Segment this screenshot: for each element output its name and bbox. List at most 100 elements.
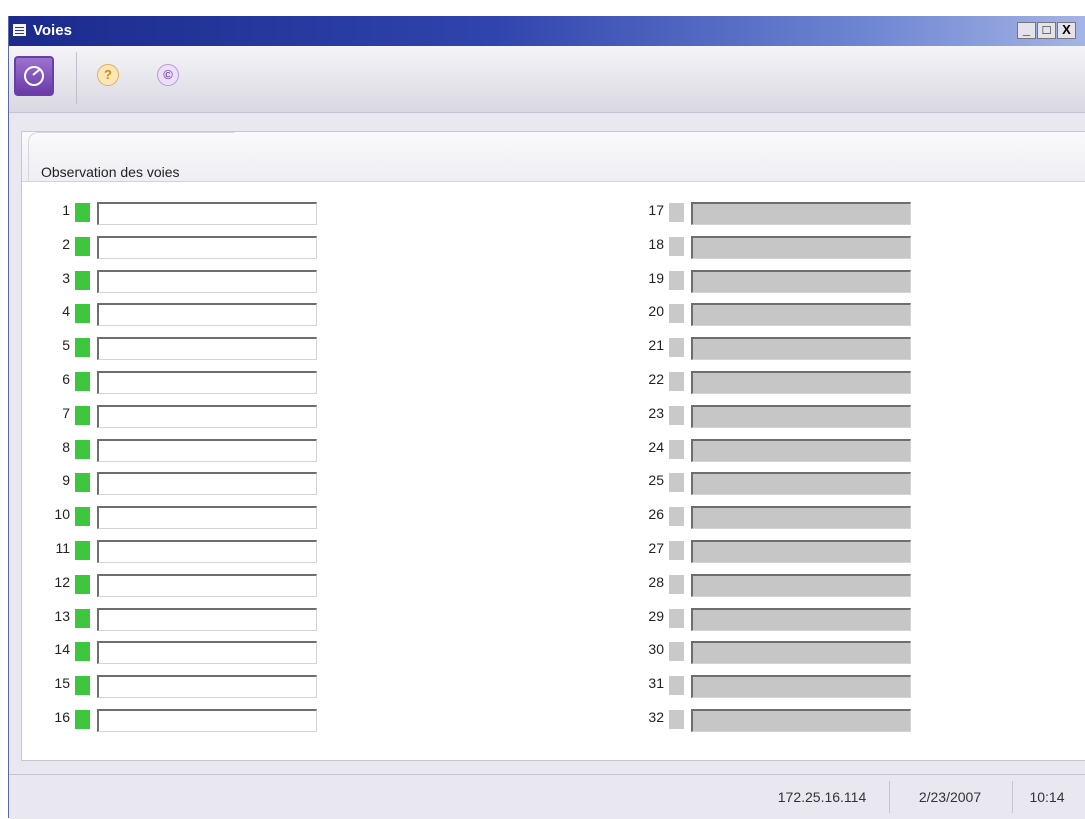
channel-row-17: 17 bbox=[642, 200, 922, 225]
channel-value-field[interactable] bbox=[691, 472, 911, 495]
status-time: 10:14 bbox=[1029, 789, 1065, 805]
channel-row-23: 23 bbox=[642, 403, 922, 428]
channel-row-25: 25 bbox=[642, 470, 922, 495]
channel-number: 6 bbox=[62, 371, 70, 387]
channel-value-field[interactable] bbox=[97, 709, 317, 732]
channel-row-10: 10 bbox=[48, 504, 328, 529]
channel-value-field[interactable] bbox=[691, 303, 911, 326]
channel-number: 14 bbox=[54, 641, 70, 657]
channel-number: 13 bbox=[54, 608, 70, 624]
channel-value-field[interactable] bbox=[97, 608, 317, 631]
channel-value-field[interactable] bbox=[97, 405, 317, 428]
title-bar[interactable]: Voies _ □ X bbox=[9, 16, 1085, 46]
channel-value-field[interactable] bbox=[691, 202, 911, 225]
channel-value-field[interactable] bbox=[97, 236, 317, 259]
channel-status-indicator bbox=[669, 609, 684, 628]
channel-value-field[interactable] bbox=[97, 337, 317, 360]
channel-status-indicator bbox=[75, 507, 90, 526]
channel-number: 2 bbox=[62, 236, 70, 252]
channel-value-field[interactable] bbox=[97, 540, 317, 563]
channel-row-26: 26 bbox=[642, 504, 922, 529]
channel-number: 16 bbox=[54, 709, 70, 725]
channel-value-field[interactable] bbox=[691, 506, 911, 529]
channel-value-field[interactable] bbox=[691, 337, 911, 360]
channel-status-indicator bbox=[75, 440, 90, 459]
status-date: 2/23/2007 bbox=[918, 789, 982, 805]
toolbar: ? © bbox=[9, 46, 1085, 113]
channel-row-18: 18 bbox=[642, 234, 922, 259]
channel-status-indicator bbox=[669, 541, 684, 560]
channel-row-30: 30 bbox=[642, 639, 922, 664]
about-button[interactable]: © bbox=[157, 64, 179, 86]
channel-value-field[interactable] bbox=[97, 574, 317, 597]
channel-status-indicator bbox=[75, 203, 90, 222]
channel-status-indicator bbox=[669, 642, 684, 661]
panel-header: Observation des voies bbox=[22, 132, 1085, 182]
app-window: Voies _ □ X ? © Observation des voies 12… bbox=[8, 16, 1085, 819]
channel-status-indicator bbox=[75, 473, 90, 492]
channel-number: 20 bbox=[648, 303, 664, 319]
channel-status-indicator bbox=[669, 507, 684, 526]
channel-row-32: 32 bbox=[642, 707, 922, 732]
channel-status-indicator bbox=[75, 642, 90, 661]
panel-title: Observation des voies bbox=[41, 164, 180, 180]
channels-panel: Observation des voies 1 2 3 4 5 6 7 8 9 10 11 12 13 1… bbox=[21, 131, 1085, 761]
channel-row-29: 29 bbox=[642, 606, 922, 631]
channel-row-3: 3 bbox=[48, 268, 328, 293]
close-button[interactable]: X bbox=[1057, 22, 1076, 39]
channel-value-field[interactable] bbox=[97, 641, 317, 664]
channel-number: 23 bbox=[648, 405, 664, 421]
channel-value-field[interactable] bbox=[691, 439, 911, 462]
channel-number: 1 bbox=[62, 202, 70, 218]
gauge-icon bbox=[24, 66, 44, 86]
channel-value-field[interactable] bbox=[97, 202, 317, 225]
channel-value-field[interactable] bbox=[97, 506, 317, 529]
channel-value-field[interactable] bbox=[691, 675, 911, 698]
channel-number: 32 bbox=[648, 709, 664, 725]
channel-value-field[interactable] bbox=[691, 371, 911, 394]
channel-number: 29 bbox=[648, 608, 664, 624]
channel-number: 27 bbox=[648, 540, 664, 556]
channel-status-indicator bbox=[669, 372, 684, 391]
gauge-button[interactable] bbox=[14, 56, 54, 96]
channel-status-indicator bbox=[669, 237, 684, 256]
help-button[interactable]: ? bbox=[97, 64, 119, 86]
channel-value-field[interactable] bbox=[97, 303, 317, 326]
channel-value-field[interactable] bbox=[691, 709, 911, 732]
channel-status-indicator bbox=[75, 710, 90, 729]
channel-row-7: 7 bbox=[48, 403, 328, 428]
channel-value-field[interactable] bbox=[97, 675, 317, 698]
channel-status-indicator bbox=[669, 338, 684, 357]
app-list-icon bbox=[12, 23, 27, 37]
channel-row-16: 16 bbox=[48, 707, 328, 732]
channel-number: 11 bbox=[55, 540, 70, 556]
channel-row-13: 13 bbox=[48, 606, 328, 631]
channel-value-field[interactable] bbox=[691, 270, 911, 293]
channel-value-field[interactable] bbox=[691, 405, 911, 428]
channel-value-field[interactable] bbox=[691, 540, 911, 563]
channel-value-field[interactable] bbox=[691, 236, 911, 259]
channel-value-field[interactable] bbox=[691, 641, 911, 664]
channel-value-field[interactable] bbox=[97, 371, 317, 394]
channel-number: 18 bbox=[648, 236, 664, 252]
minimize-button[interactable]: _ bbox=[1017, 22, 1036, 39]
maximize-button[interactable]: □ bbox=[1037, 22, 1056, 39]
channel-status-indicator bbox=[75, 304, 90, 323]
channel-value-field[interactable] bbox=[691, 574, 911, 597]
channel-row-4: 4 bbox=[48, 301, 328, 326]
channel-number: 22 bbox=[648, 371, 664, 387]
copyright-icon: © bbox=[163, 67, 173, 82]
channel-value-field[interactable] bbox=[97, 439, 317, 462]
channel-row-9: 9 bbox=[48, 470, 328, 495]
channel-value-field[interactable] bbox=[97, 472, 317, 495]
channel-status-indicator bbox=[75, 237, 90, 256]
channel-value-field[interactable] bbox=[97, 270, 317, 293]
channel-number: 24 bbox=[648, 439, 664, 455]
channel-status-indicator bbox=[669, 676, 684, 695]
channel-row-15: 15 bbox=[48, 673, 328, 698]
channel-status-indicator bbox=[669, 440, 684, 459]
channel-value-field[interactable] bbox=[691, 608, 911, 631]
channel-status-indicator bbox=[75, 406, 90, 425]
channel-number: 31 bbox=[648, 675, 664, 691]
channel-number: 12 bbox=[54, 574, 70, 590]
